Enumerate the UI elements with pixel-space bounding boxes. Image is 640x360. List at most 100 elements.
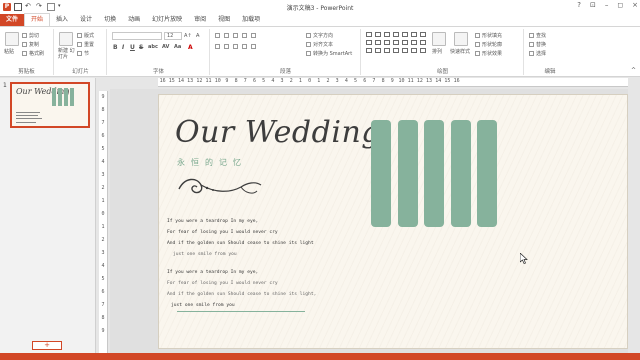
format-painter-button[interactable]: 格式刷 <box>22 50 44 57</box>
clear-format-button[interactable]: A̶ <box>196 32 199 39</box>
minimize-button[interactable]: – <box>605 1 609 9</box>
help-button[interactable]: ? <box>577 1 581 9</box>
tab-file[interactable]: 文件 <box>0 14 25 26</box>
shape-fill-button[interactable]: 形状填充 <box>475 32 502 39</box>
window-controls: ? ⊡ – ◻ × <box>577 1 638 9</box>
slide-title[interactable]: Our Wedding <box>175 115 381 150</box>
arrange-icon[interactable] <box>432 32 446 46</box>
reset-icon <box>77 42 82 47</box>
ruler-tick-label: 6 <box>252 78 256 84</box>
ruler-tick-label: 14 <box>177 78 184 84</box>
grow-font-button[interactable]: A↑ <box>184 32 192 39</box>
new-slide-label[interactable]: 新建 幻灯片 <box>58 48 76 60</box>
thumbnail-text-line <box>16 115 38 116</box>
tab-addins[interactable]: 加载项 <box>236 14 266 26</box>
new-slide-icon[interactable] <box>59 32 73 46</box>
shapes-gallery[interactable] <box>366 32 428 55</box>
tab-design[interactable]: 设计 <box>74 14 98 26</box>
replace-button[interactable]: 替换 <box>529 41 546 48</box>
section-button[interactable]: 节 <box>77 50 89 57</box>
reset-button[interactable]: 重置 <box>77 41 94 48</box>
arrange-label[interactable]: 排列 <box>432 48 442 55</box>
maximize-button[interactable]: ◻ <box>617 1 623 9</box>
tab-home[interactable]: 开始 <box>24 13 51 26</box>
thumbnail-bar <box>64 88 68 106</box>
smartart-button[interactable]: 转换为 SmartArt <box>306 50 352 57</box>
increase-indent-icon[interactable] <box>242 33 247 38</box>
cut-button[interactable]: 剪切 <box>22 32 39 39</box>
green-bar[interactable] <box>424 120 444 227</box>
tab-view[interactable]: 视图 <box>212 14 236 26</box>
align-text-button[interactable]: 对齐文本 <box>306 41 333 48</box>
green-bar[interactable] <box>398 120 418 227</box>
close-button[interactable]: × <box>632 1 638 9</box>
underline-button[interactable]: U <box>130 44 135 51</box>
ruler-tick-label: 2 <box>326 78 330 84</box>
ruler-tick-label: 4 <box>101 159 105 165</box>
decrease-indent-icon[interactable] <box>233 33 238 38</box>
editing-group-label: 编辑 <box>544 69 556 75</box>
italic-button[interactable]: I <box>122 44 124 51</box>
quick-styles-icon[interactable] <box>454 32 468 46</box>
ruler-tick-label: 3 <box>335 78 339 84</box>
tab-transitions[interactable]: 切换 <box>98 14 122 26</box>
columns-icon[interactable] <box>251 44 256 49</box>
slide-canvas: Our Wedding 永恒的记忆 If you were a teardrop… <box>110 89 628 353</box>
font-size-combo[interactable]: 12 <box>164 32 182 40</box>
collapse-ribbon-icon[interactable]: ^ <box>631 67 636 74</box>
bold-button[interactable]: B <box>113 44 118 51</box>
select-label: 选择 <box>536 51 547 57</box>
numbering-icon[interactable] <box>224 33 229 38</box>
find-button[interactable]: 查找 <box>529 32 546 39</box>
shape-outline-button[interactable]: 形状轮廓 <box>475 41 502 48</box>
slide[interactable]: Our Wedding 永恒的记忆 If you were a teardrop… <box>158 94 628 349</box>
paste-icon[interactable] <box>5 32 19 46</box>
slide-subtitle[interactable]: 永恒的记忆 <box>177 157 247 168</box>
paste-button-label[interactable]: 粘贴 <box>4 48 14 55</box>
change-case-button[interactable]: Aa <box>174 44 181 51</box>
green-bar[interactable] <box>477 120 497 227</box>
poem-line: If you were a teardrop In my eye, <box>167 219 259 224</box>
line-spacing-icon[interactable] <box>251 33 256 38</box>
horizontal-ruler: 16 15 14 13 12 11 10 9 8 7 6 5 4 3 2 1 0 1 2 3 4 5 6 7 8 9 10 11 12 1… <box>158 78 628 87</box>
ruler-tick-label: 1 <box>317 78 321 84</box>
align-right-icon[interactable] <box>233 44 238 49</box>
thumbnail-text-line <box>16 118 42 119</box>
quick-styles-label[interactable]: 快速样式 <box>450 48 470 55</box>
font-color-button[interactable]: A <box>188 44 193 51</box>
font-name-combo[interactable] <box>112 32 162 40</box>
bullets-icon[interactable] <box>215 33 220 38</box>
text-direction-button[interactable]: 文字方向 <box>306 32 333 39</box>
section-icon <box>77 51 82 56</box>
ribbon-display-options-button[interactable]: ⊡ <box>590 1 596 9</box>
shadow-button[interactable]: abc <box>148 44 158 51</box>
tab-slideshow[interactable]: 幻灯片放映 <box>146 14 188 26</box>
poem-line: For fear of losing you I would never cry <box>167 230 278 235</box>
slides-group: 新建 幻灯片 版式 重置 节 幻灯片 <box>55 29 107 75</box>
copy-button[interactable]: 复制 <box>22 41 39 48</box>
strikethrough-button[interactable]: S <box>139 44 143 51</box>
justify-icon[interactable] <box>242 44 247 49</box>
find-label: 查找 <box>536 33 547 39</box>
tab-animations[interactable]: 动画 <box>122 14 146 26</box>
green-bar[interactable] <box>451 120 471 227</box>
ruler-tick-label: 3 <box>101 172 105 178</box>
shape-effects-label: 形状效果 <box>482 51 503 57</box>
powerpoint-window: P ↶ ↷ ▾ 演示文稿3 - PowerPoint ? ⊡ – ◻ × 文件 … <box>0 0 640 360</box>
add-slide-button[interactable]: + <box>32 341 62 350</box>
align-center-icon[interactable] <box>224 44 229 49</box>
ruler-tick-label: 15 <box>444 78 451 84</box>
font-group-label: 字体 <box>152 69 164 75</box>
replace-label: 替换 <box>536 42 547 48</box>
layout-button[interactable]: 版式 <box>77 32 94 39</box>
title-bar: P ↶ ↷ ▾ 演示文稿3 - PowerPoint ? ⊡ – ◻ × <box>0 0 640 14</box>
slide-thumbnail[interactable]: Our Wedding <box>10 82 90 128</box>
shape-outline-icon <box>475 42 480 47</box>
tab-insert[interactable]: 插入 <box>50 14 74 26</box>
char-spacing-button[interactable]: AV <box>162 44 169 51</box>
select-button[interactable]: 选择 <box>529 50 546 57</box>
align-left-icon[interactable] <box>215 44 220 49</box>
shape-effects-button[interactable]: 形状效果 <box>475 50 502 57</box>
green-bar[interactable] <box>371 120 391 227</box>
tab-review[interactable]: 审阅 <box>188 14 212 26</box>
